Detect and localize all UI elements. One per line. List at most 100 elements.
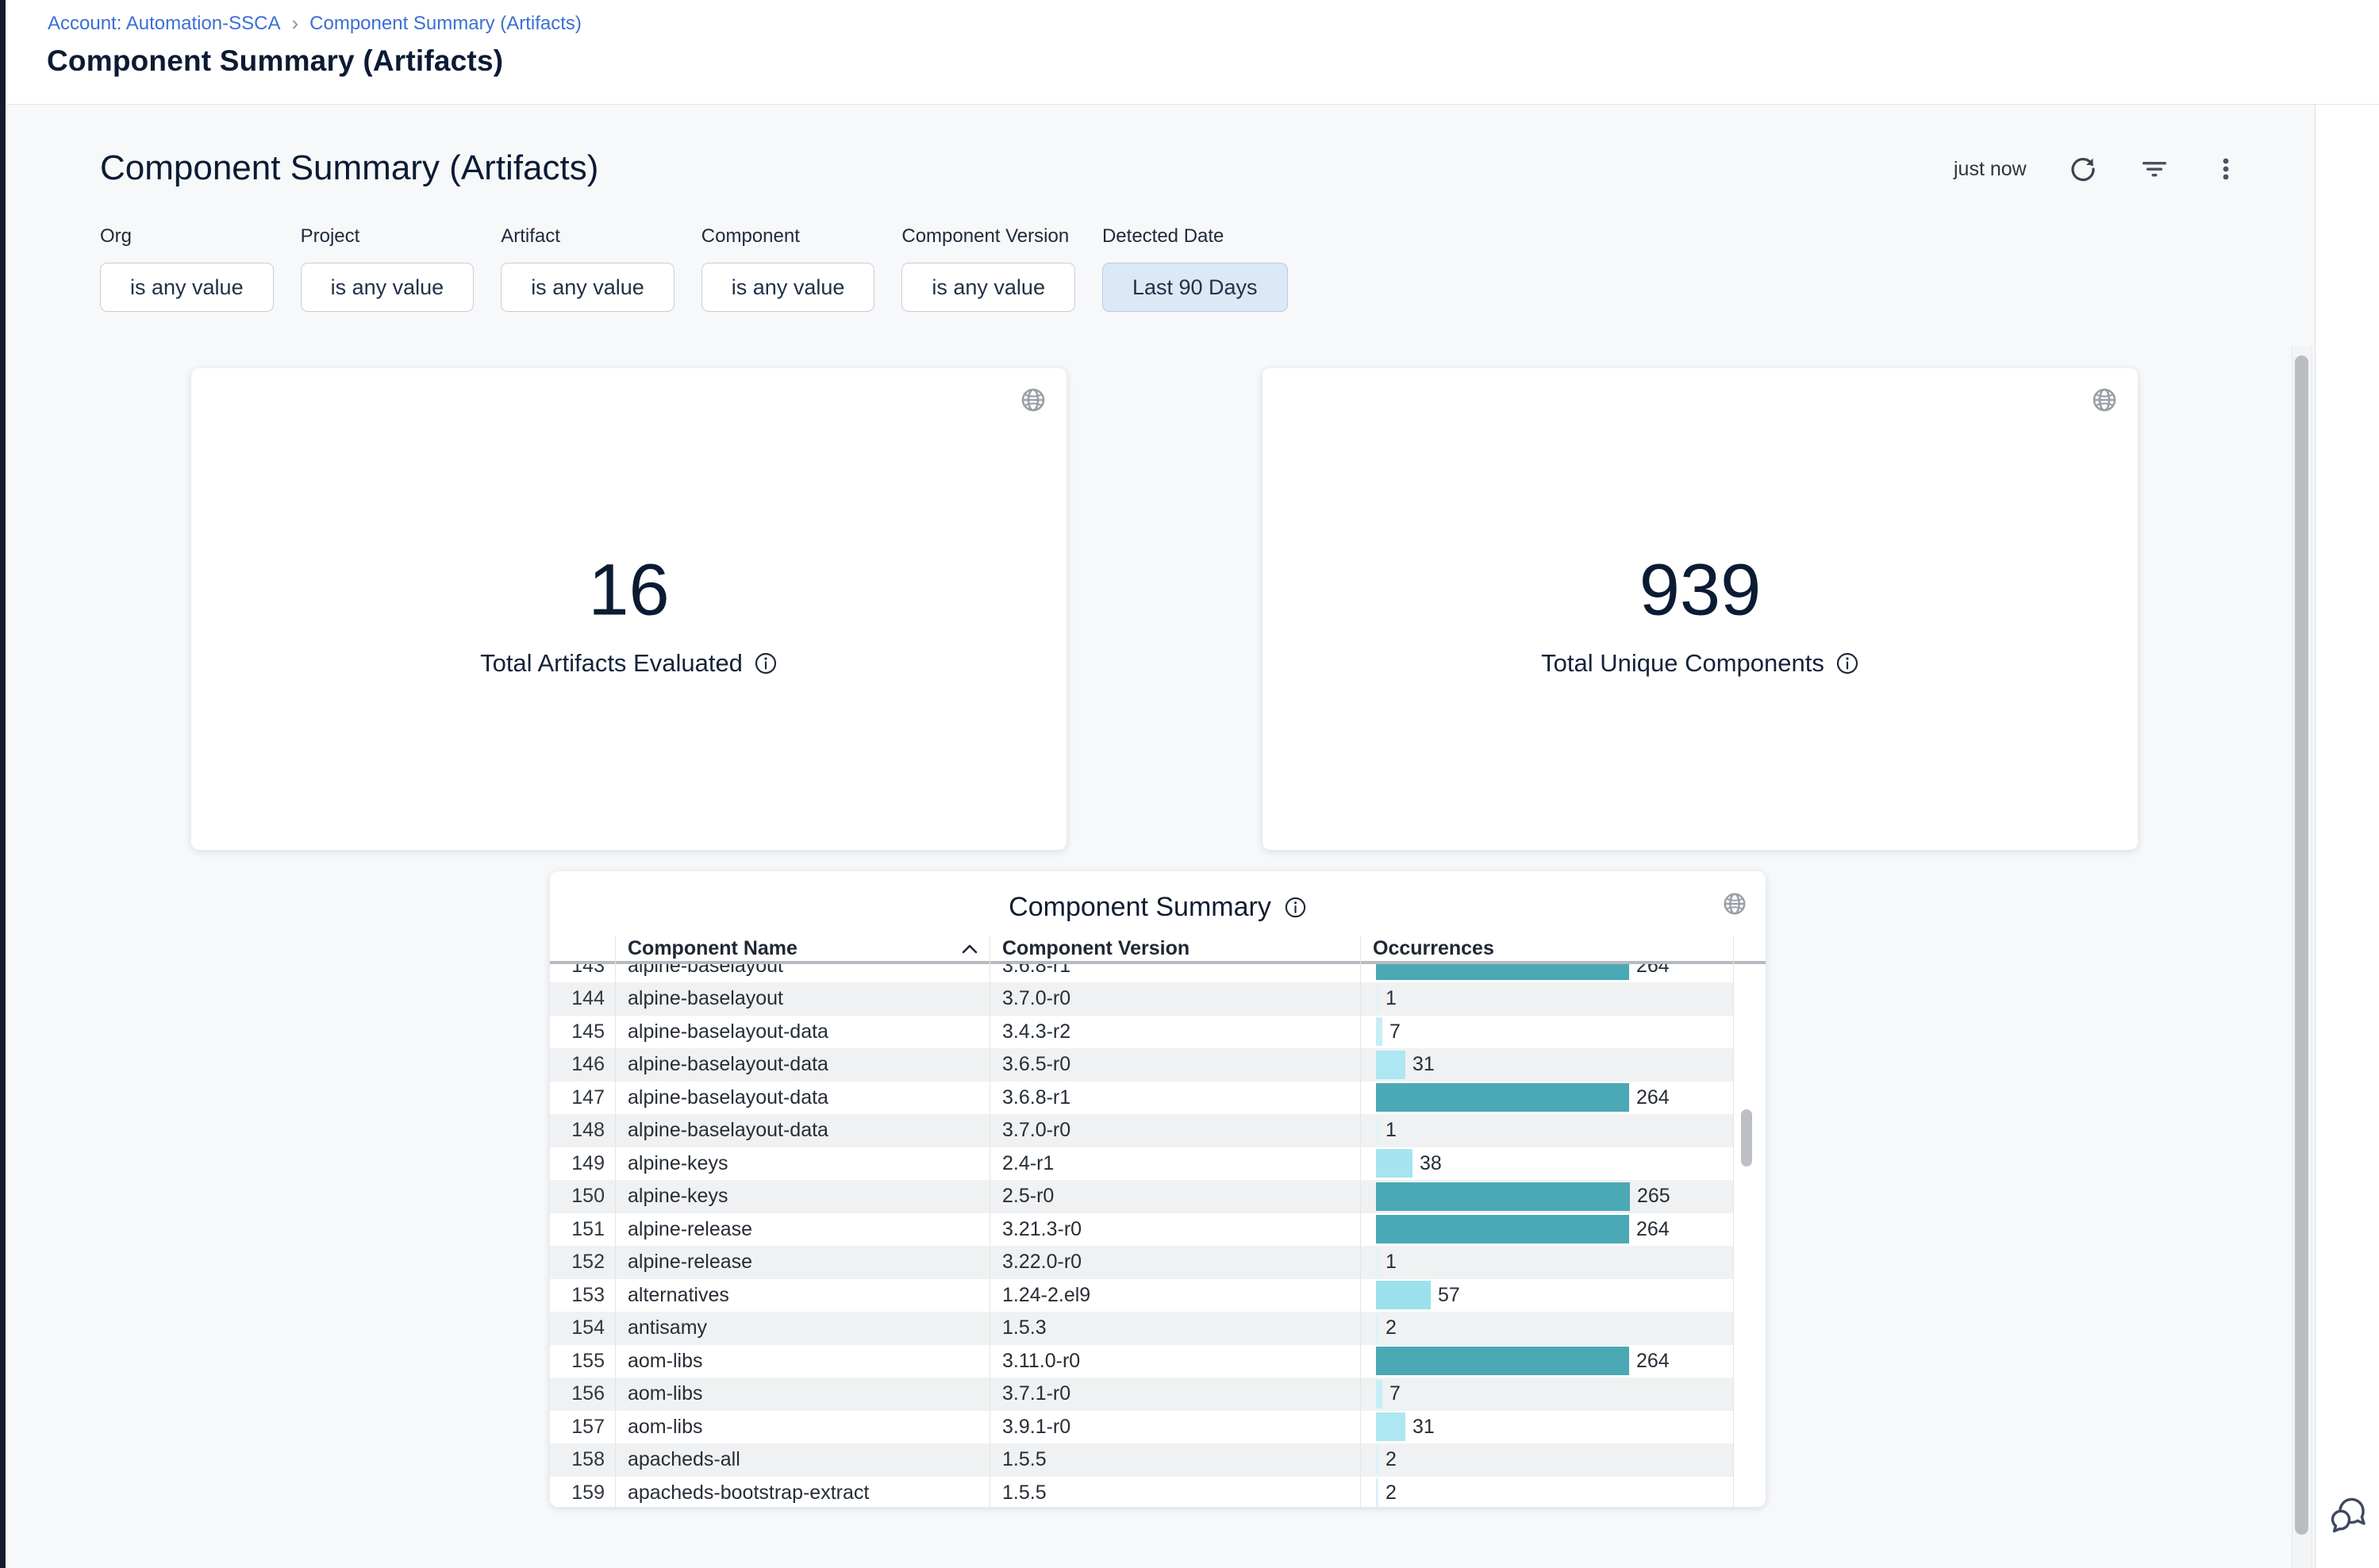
breadcrumb-account-link[interactable]: Account: Automation-SSCA [48,13,280,35]
occurrences-cell: 2 [1360,1312,1733,1345]
row-number-cell: 147 [550,1086,615,1109]
column-header-component-version[interactable]: Component Version [990,937,1360,960]
occurrence-value: 1 [1386,987,1397,1010]
occurrence-value: 2 [1386,1448,1397,1471]
info-icon[interactable] [1284,896,1307,919]
row-number-cell: 145 [550,1020,615,1043]
component-version-cell: 2.5-r0 [990,1185,1360,1208]
filter-label: Component Version [901,225,1075,248]
table-row[interactable]: 149 alpine-keys 2.4-r1 38 [550,1147,1733,1181]
occurrence-bar [1376,1116,1378,1145]
occurrences-cell: 264 [1360,1345,1733,1378]
row-number-cell: 151 [550,1218,615,1241]
occurrences-cell: 31 [1360,1048,1733,1082]
tile-value: 16 [191,549,1067,632]
occurrence-value: 7 [1389,1382,1401,1405]
table-row[interactable]: 148 alpine-baselayout-data 3.7.0-r0 1 [550,1114,1733,1147]
component-name-cell: alpine-baselayout-data [615,1053,990,1076]
filter-value-button[interactable]: is any value [100,263,274,312]
filter-value-button[interactable]: Last 90 Days [1102,263,1288,312]
column-header-component-name[interactable]: Component Name [615,937,990,960]
row-number-cell: 143 [550,964,615,978]
row-number-cell: 155 [550,1350,615,1373]
table-row[interactable]: 144 alpine-baselayout 3.7.0-r0 1 [550,982,1733,1016]
table-body: 143 alpine-baselayout 3.6.8-r1 264 144 a… [550,964,1733,1507]
occurrences-cell: 2 [1360,1477,1733,1508]
occurrence-value: 31 [1412,1053,1435,1076]
info-icon[interactable] [754,651,778,675]
table-row[interactable]: 155 aom-libs 3.11.0-r0 264 [550,1345,1733,1378]
occurrences-cell: 38 [1360,1147,1733,1181]
table-row[interactable]: 150 alpine-keys 2.5-r0 265 [550,1180,1733,1213]
table-row[interactable]: 154 antisamy 1.5.3 2 [550,1312,1733,1345]
globe-icon[interactable] [2090,386,2119,414]
table-row[interactable]: 145 alpine-baselayout-data 3.4.3-r2 7 [550,1016,1733,1049]
filter-value-button[interactable]: is any value [301,263,475,312]
filter-value-button[interactable]: is any value [501,263,674,312]
dashboard-scrollbar-thumb[interactable] [2295,355,2308,1535]
table-row[interactable]: 153 alternatives 1.24-2.el9 57 [550,1279,1733,1312]
dashboard-toolbar: just now [1954,154,2241,184]
occurrences-cell: 7 [1360,1378,1733,1411]
component-version-cell: 3.4.3-r2 [990,1020,1360,1043]
table-row[interactable]: 159 apacheds-bootstrap-extract 1.5.5 2 [550,1477,1733,1508]
filter-value-button[interactable]: is any value [901,263,1075,312]
component-version-cell: 3.6.8-r1 [990,1086,1360,1109]
globe-icon[interactable] [1019,386,1047,414]
row-number-cell: 158 [550,1448,615,1471]
filter-value-button[interactable]: is any value [701,263,875,312]
column-header-label: Component Name [628,937,797,960]
occurrence-value: 1 [1386,1119,1397,1142]
occurrences-cell: 7 [1360,1016,1733,1049]
filter-label: Component [701,225,875,248]
occurrence-value: 264 [1636,964,1670,978]
row-number-cell: 153 [550,1284,615,1307]
occurrence-bar [1376,1182,1630,1211]
table-row[interactable]: 158 apacheds-all 1.5.5 2 [550,1443,1733,1477]
kebab-menu-icon[interactable] [2211,154,2241,184]
info-icon[interactable] [1835,651,1859,675]
table-title: Component Summary [1009,892,1271,923]
occurrence-value: 264 [1636,1218,1670,1241]
occurrence-value: 31 [1412,1416,1435,1439]
column-header-occurrences[interactable]: Occurrences [1360,937,1733,960]
chat-support-icon[interactable] [2322,1490,2373,1541]
component-version-cell: 1.5.5 [990,1448,1360,1471]
occurrences-cell: 265 [1360,1180,1733,1213]
page-header: Account: Automation-SSCA › Component Sum… [6,0,2379,105]
occurrence-value: 2 [1386,1316,1397,1339]
component-name-cell: aom-libs [615,1350,990,1373]
filter-icon[interactable] [2139,154,2170,184]
tile-value: 939 [1263,549,2138,632]
component-name-cell: aom-libs [615,1416,990,1439]
filter-label: Project [301,225,475,248]
table-row[interactable]: 151 alpine-release 3.21.3-r0 264 [550,1213,1733,1247]
row-number-cell: 154 [550,1316,615,1339]
refresh-icon[interactable] [2068,154,2098,184]
table-row[interactable]: 147 alpine-baselayout-data 3.6.8-r1 264 [550,1082,1733,1115]
occurrence-bar [1376,1248,1378,1277]
row-number-cell: 156 [550,1382,615,1405]
tile-label-text: Total Unique Components [1541,649,1824,678]
occurrence-bar [1376,1149,1412,1178]
occurrences-cell: 57 [1360,1279,1733,1312]
tile-total-unique-components: 939 Total Unique Components [1263,368,2138,850]
occurrence-bar [1376,1215,1629,1243]
row-number-cell: 149 [550,1152,615,1175]
filter-label: Org [100,225,274,248]
table-row[interactable]: 157 aom-libs 3.9.1-r0 31 [550,1411,1733,1444]
component-name-cell: apacheds-all [615,1448,990,1471]
table-row[interactable]: 152 alpine-release 3.22.0-r0 1 [550,1246,1733,1279]
collapsed-nav-sidebar-edge [0,0,6,1568]
occurrence-bar [1376,1314,1378,1343]
last-refreshed-text: just now [1954,158,2027,181]
occurrence-bar [1376,1281,1431,1309]
globe-icon[interactable] [1721,890,1748,917]
component-version-cell: 1.24-2.el9 [990,1284,1360,1307]
table-scrollbar-thumb[interactable] [1741,1109,1752,1166]
breadcrumb-current-link[interactable]: Component Summary (Artifacts) [309,13,582,35]
component-name-cell: alpine-baselayout-data [615,1086,990,1109]
table-row[interactable]: 146 alpine-baselayout-data 3.6.5-r0 31 [550,1048,1733,1082]
table-row[interactable]: 156 aom-libs 3.7.1-r0 7 [550,1378,1733,1411]
table-row[interactable]: 143 alpine-baselayout 3.6.8-r1 264 [550,964,1733,982]
